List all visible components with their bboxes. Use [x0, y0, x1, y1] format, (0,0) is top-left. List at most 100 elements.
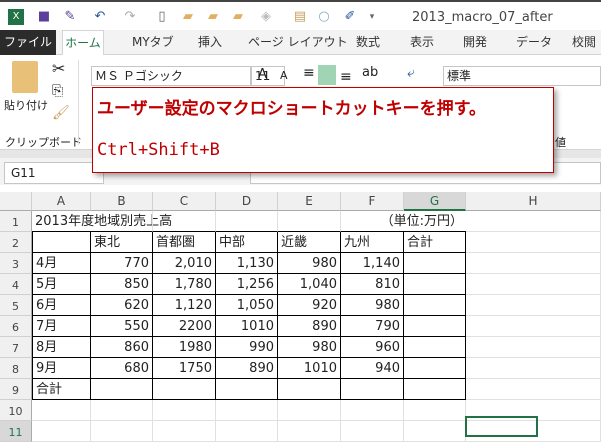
value-cell[interactable]: 990: [216, 337, 278, 358]
cell[interactable]: [32, 421, 91, 442]
column-header-E[interactable]: E: [278, 192, 341, 211]
value-cell[interactable]: 890: [216, 358, 278, 379]
value-cell[interactable]: 1,050: [216, 295, 278, 316]
cell[interactable]: [216, 421, 278, 442]
tab-review[interactable]: 校閲: [572, 30, 596, 55]
value-cell[interactable]: 770: [91, 253, 153, 274]
month-cell[interactable]: 7月: [32, 316, 91, 337]
cell[interactable]: [278, 379, 341, 400]
month-cell[interactable]: 5月: [32, 274, 91, 295]
tab-insert[interactable]: 挿入: [198, 30, 222, 55]
cell[interactable]: [404, 421, 466, 442]
value-cell[interactable]: 1,780: [153, 274, 216, 295]
value-cell[interactable]: 1,120: [153, 295, 216, 316]
column-header-G[interactable]: G: [404, 192, 466, 211]
total-label-cell[interactable]: 合計: [32, 379, 91, 400]
month-cell[interactable]: 9月: [32, 358, 91, 379]
header-cell[interactable]: 東北: [91, 232, 153, 253]
row-header-8[interactable]: 8: [0, 358, 32, 379]
cell[interactable]: [216, 379, 278, 400]
paste-icon[interactable]: ▤: [292, 9, 308, 25]
wrap-text-icon[interactable]: ⤶: [407, 65, 415, 81]
select-all-corner[interactable]: [0, 192, 32, 211]
cell[interactable]: [404, 337, 466, 358]
header-cell[interactable]: 九州: [341, 232, 404, 253]
value-cell[interactable]: 1,040: [278, 274, 341, 295]
cell[interactable]: [216, 211, 278, 232]
value-cell[interactable]: 920: [278, 295, 341, 316]
tab-file[interactable]: ファイル: [0, 30, 56, 55]
cell[interactable]: [404, 295, 466, 316]
month-cell[interactable]: 6月: [32, 295, 91, 316]
cell[interactable]: [466, 253, 601, 274]
increase-font-icon[interactable]: A: [258, 67, 267, 82]
cell[interactable]: [466, 379, 601, 400]
cell[interactable]: [341, 421, 404, 442]
month-cell[interactable]: 8月: [32, 337, 91, 358]
value-cell[interactable]: 1,256: [216, 274, 278, 295]
cell[interactable]: [466, 358, 601, 379]
cut-icon[interactable]: ✂: [52, 59, 65, 78]
row-header-6[interactable]: 6: [0, 316, 32, 337]
value-cell[interactable]: 890: [278, 316, 341, 337]
row-header-2[interactable]: 2: [0, 232, 32, 253]
align-top-icon[interactable]: ≡: [303, 65, 315, 81]
value-cell[interactable]: 1010: [216, 316, 278, 337]
paste-button[interactable]: 貼り付け: [4, 97, 48, 113]
value-cell[interactable]: 860: [91, 337, 153, 358]
cell[interactable]: [216, 400, 278, 421]
cell[interactable]: [466, 211, 601, 232]
header-cell[interactable]: 合計: [404, 232, 466, 253]
cell[interactable]: [91, 379, 153, 400]
row-header-10[interactable]: 10: [0, 400, 32, 421]
tab-data[interactable]: データ: [516, 30, 552, 55]
cell[interactable]: [466, 316, 601, 337]
cell[interactable]: [404, 358, 466, 379]
cell[interactable]: [153, 421, 216, 442]
column-header-H[interactable]: H: [466, 192, 601, 211]
selected-cell-g11[interactable]: [465, 416, 538, 437]
cell[interactable]: [404, 274, 466, 295]
tab-developer[interactable]: 開発: [463, 30, 487, 55]
cell[interactable]: [341, 400, 404, 421]
cell[interactable]: [153, 379, 216, 400]
value-cell[interactable]: 1,140: [341, 253, 404, 274]
folder-icon[interactable]: ▰: [205, 9, 221, 25]
cell[interactable]: [404, 379, 466, 400]
number-format-select[interactable]: 標準: [443, 66, 601, 86]
value-cell[interactable]: 620: [91, 295, 153, 316]
value-cell[interactable]: 960: [341, 337, 404, 358]
value-cell[interactable]: 550: [91, 316, 153, 337]
row-header-1[interactable]: 1: [0, 211, 32, 232]
column-header-A[interactable]: A: [32, 192, 91, 211]
header-cell[interactable]: 中部: [216, 232, 278, 253]
row-header-5[interactable]: 5: [0, 295, 32, 316]
column-header-D[interactable]: D: [216, 192, 278, 211]
undo-icon[interactable]: ↶: [92, 9, 108, 25]
fill-icon[interactable]: ◈: [258, 9, 274, 25]
cell[interactable]: [153, 211, 216, 232]
cell[interactable]: [91, 421, 153, 442]
value-cell[interactable]: 980: [341, 295, 404, 316]
tab-formulas[interactable]: 数式: [356, 30, 380, 55]
cell[interactable]: [278, 400, 341, 421]
cell[interactable]: [466, 232, 601, 253]
value-cell[interactable]: 790: [341, 316, 404, 337]
font-name-select[interactable]: ＭＳ Ｐゴシック: [91, 66, 251, 86]
cell[interactable]: [404, 316, 466, 337]
cell[interactable]: [404, 253, 466, 274]
cell[interactable]: [91, 211, 153, 232]
cell[interactable]: [91, 400, 153, 421]
cell[interactable]: [32, 400, 91, 421]
header-cell[interactable]: 首都圏: [153, 232, 216, 253]
tab-page-layout[interactable]: ページ レイアウト: [248, 30, 348, 55]
value-cell[interactable]: 1,130: [216, 253, 278, 274]
value-cell[interactable]: 980: [278, 253, 341, 274]
cell[interactable]: [153, 400, 216, 421]
save-icon[interactable]: ■: [36, 9, 52, 25]
save-as-icon[interactable]: ✎: [62, 9, 78, 25]
month-cell[interactable]: 4月: [32, 253, 91, 274]
row-header-4[interactable]: 4: [0, 274, 32, 295]
align-bottom-icon[interactable]: ≡: [340, 69, 352, 85]
value-cell[interactable]: 680: [91, 358, 153, 379]
